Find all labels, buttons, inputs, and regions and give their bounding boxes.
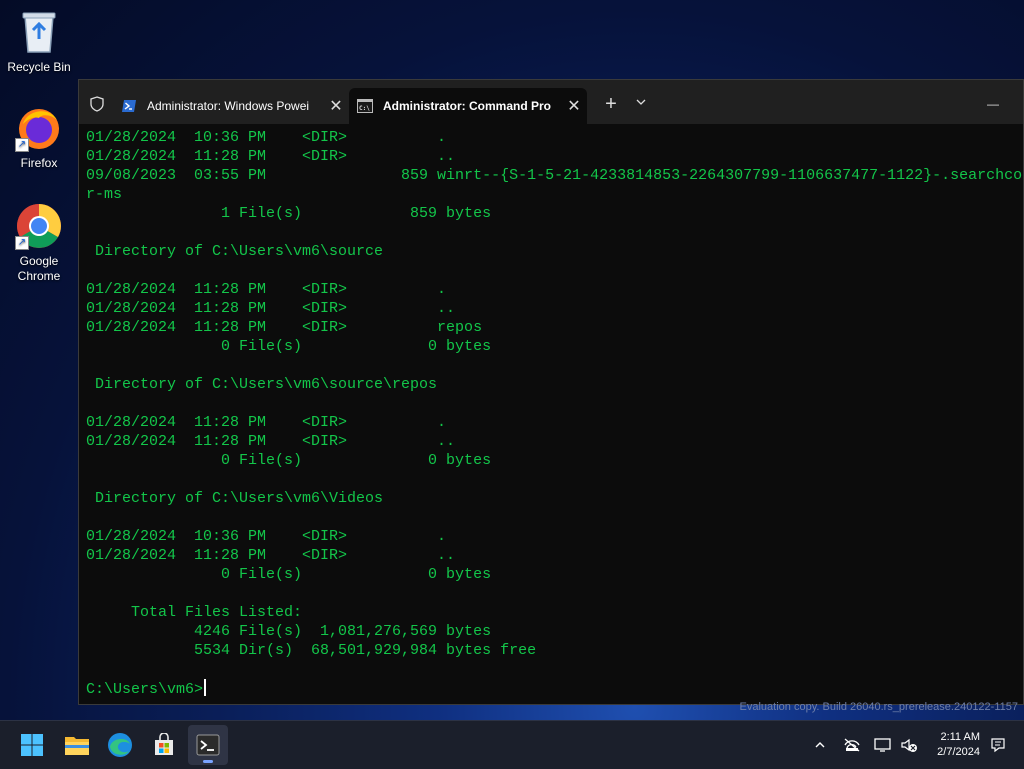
svg-text:C:\: C:\ (359, 105, 370, 112)
terminal-icon (196, 734, 220, 756)
desktop-icon-label: Google Chrome (17, 254, 61, 283)
terminal-line: 01/28/2024 11:28 PM <DIR> . (86, 281, 447, 298)
terminal-line: Directory of C:\Users\vm6\source (86, 243, 384, 260)
minimize-icon: — (987, 97, 999, 111)
title-bar[interactable]: Administrator: Windows Powei ✕ C:\ Admin… (79, 80, 1023, 124)
desktop-icon-recycle-bin[interactable]: Recycle Bin (4, 8, 74, 74)
terminal-line: 01/28/2024 11:28 PM <DIR> .. (86, 300, 456, 317)
terminal-line: Directory of C:\Users\vm6\source\repos (86, 376, 438, 393)
terminal-window: Administrator: Windows Powei ✕ C:\ Admin… (78, 79, 1024, 705)
edge-button[interactable] (100, 725, 140, 765)
minimize-button[interactable]: — (979, 88, 1007, 120)
command-prompt-line[interactable]: C:\Users\vm6> (86, 679, 1023, 698)
start-button[interactable] (12, 725, 52, 765)
desktop-icon-firefox[interactable]: ↗ Firefox (4, 104, 74, 170)
display-icon (874, 738, 891, 752)
terminal-line: 01/28/2024 11:28 PM <DIR> repos (86, 319, 483, 336)
tab-title: Administrator: Windows Powei (147, 99, 310, 113)
display-button[interactable] (872, 721, 894, 769)
terminal-line: 4246 File(s) 1,081,276,569 bytes (86, 623, 492, 640)
chevron-up-icon (815, 742, 825, 748)
terminal-line: 01/28/2024 11:28 PM <DIR> .. (86, 433, 456, 450)
terminal-line: Directory of C:\Users\vm6\Videos (86, 490, 384, 507)
evaluation-watermark: Evaluation copy. Build 26040.rs_prerelea… (739, 701, 1018, 713)
edge-icon (108, 733, 132, 757)
store-button[interactable] (144, 725, 184, 765)
file-explorer-button[interactable] (57, 725, 97, 765)
desktop-icon-chrome[interactable]: ↗ Google Chrome (4, 202, 74, 284)
prompt-text: C:\Users\vm6> (86, 681, 204, 698)
network-off-button[interactable] (840, 721, 864, 769)
volume-muted-icon (901, 738, 917, 752)
terminal-line: 1 File(s) 859 bytes (86, 205, 492, 222)
chevron-down-icon (635, 95, 647, 113)
cmd-icon: C:\ (357, 98, 373, 114)
text-cursor (204, 679, 207, 696)
volume-muted-button[interactable] (898, 721, 920, 769)
firefox-icon: ↗ (15, 104, 63, 152)
start-icon (21, 734, 43, 756)
file-explorer-icon (65, 737, 89, 755)
terminal-line: r-ms (86, 186, 123, 203)
desktop-icon-label: Firefox (20, 156, 58, 170)
plus-icon: + (605, 92, 617, 115)
chrome-icon: ↗ (15, 202, 63, 250)
terminal-line: 01/28/2024 10:36 PM <DIR> . (86, 528, 447, 545)
tab-dropdown-button[interactable] (627, 88, 655, 120)
tab-windows-powershell[interactable]: Administrator: Windows Powei ✕ (113, 88, 349, 124)
shortcut-arrow-icon: ↗ (15, 236, 29, 250)
active-indicator (203, 760, 213, 763)
terminal-line: 5534 Dir(s) 68,501,929,984 bytes free (86, 642, 537, 659)
terminal-line: 0 File(s) 0 bytes (86, 338, 492, 355)
terminal-line: 01/28/2024 11:28 PM <DIR> .. (86, 547, 456, 564)
notification-button[interactable] (986, 721, 1010, 769)
terminal-line: 01/28/2024 11:28 PM <DIR> .. (86, 148, 456, 165)
terminal-line: 01/28/2024 10:36 PM <DIR> . (86, 129, 447, 146)
powershell-icon (121, 98, 137, 114)
terminal-line: 0 File(s) 0 bytes (86, 452, 492, 469)
system-clock[interactable]: 2:11 AM 2/7/2024 (937, 730, 980, 760)
terminal-line: 0 File(s) 0 bytes (86, 566, 492, 583)
shield-icon (83, 88, 111, 120)
show-hidden-icons-button[interactable] (808, 721, 832, 769)
close-tab-icon[interactable]: ✕ (561, 96, 587, 116)
store-icon (155, 733, 173, 755)
network-off-icon (844, 738, 860, 752)
new-tab-button[interactable]: + (597, 88, 625, 120)
clock-time: 2:11 AM (940, 731, 980, 743)
terminal-taskbar-button[interactable] (188, 725, 228, 765)
terminal-line: Total Files Listed: (86, 604, 303, 621)
tab-command-prompt[interactable]: C:\ Administrator: Command Pro ✕ (349, 88, 587, 124)
notification-icon (991, 738, 1005, 753)
clock-date: 2/7/2024 (937, 746, 980, 758)
terminal-line: 09/08/2023 03:55 PM 859 winrt--{S-1-5-21… (86, 167, 1023, 184)
close-tab-icon[interactable]: ✕ (323, 96, 349, 116)
tab-title: Administrator: Command Pro (383, 99, 552, 113)
terminal-output[interactable]: 01/28/2024 10:36 PM <DIR> . 01/28/2024 11… (86, 128, 1023, 704)
recycle-bin-icon (15, 8, 63, 56)
shortcut-arrow-icon: ↗ (15, 138, 29, 152)
desktop-icon-label: Recycle Bin (7, 60, 71, 74)
terminal-line: 01/28/2024 11:28 PM <DIR> . (86, 414, 447, 431)
taskbar: 2:11 AM 2/7/2024 (0, 720, 1024, 769)
